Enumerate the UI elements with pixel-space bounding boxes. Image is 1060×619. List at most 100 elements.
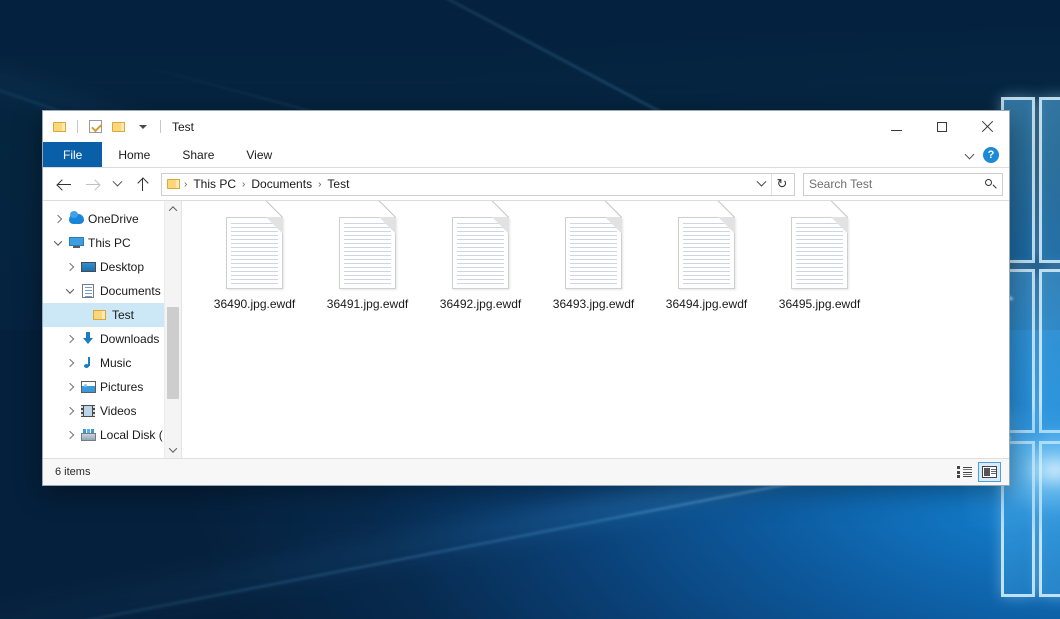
expander-icon[interactable]	[61, 408, 79, 414]
window-controls	[874, 111, 1009, 142]
chevron-down-icon[interactable]	[966, 150, 975, 159]
file-list-pane[interactable]: 36490.jpg.ewdf 36491.jpg.ewdf 36492.jpg.…	[181, 201, 1009, 458]
scroll-down-icon[interactable]	[165, 442, 181, 458]
navigation-bar: › This PC › Documents › Test ↻ Search Te…	[43, 168, 1009, 200]
item-count-label: 6 items	[55, 466, 90, 478]
generic-file-icon	[678, 217, 735, 289]
new-folder-icon[interactable]	[109, 117, 129, 137]
generic-file-icon	[791, 217, 848, 289]
tab-view[interactable]: View	[230, 142, 288, 167]
expander-icon[interactable]	[61, 360, 79, 366]
file-item[interactable]: 36494.jpg.ewdf	[650, 215, 763, 337]
breadcrumb-item-test[interactable]: Test	[322, 175, 354, 193]
folder-icon[interactable]	[50, 117, 70, 137]
sidebar-item-label: Pictures	[100, 380, 143, 394]
expander-icon[interactable]	[61, 432, 79, 438]
toolbar-divider	[77, 120, 78, 133]
generic-file-icon	[226, 217, 283, 289]
download-icon	[79, 331, 97, 347]
file-explorer-window: Test File Home Share View ? › This PC ›	[42, 110, 1010, 486]
search-placeholder: Search Test	[809, 177, 872, 191]
title-bar: Test	[43, 111, 1009, 142]
navigation-pane: OneDrive This PC Desktop Documents	[43, 201, 181, 458]
file-grid: 36490.jpg.ewdf 36491.jpg.ewdf 36492.jpg.…	[198, 215, 1009, 337]
expander-icon[interactable]	[61, 336, 79, 342]
forward-button	[79, 171, 105, 197]
help-icon[interactable]: ?	[983, 147, 999, 163]
ribbon-right-controls: ?	[966, 142, 1005, 167]
refresh-icon[interactable]: ↻	[771, 174, 792, 195]
sidebar-item-label: This PC	[88, 236, 131, 250]
minimize-button[interactable]	[874, 111, 919, 142]
sidebar-item-documents[interactable]: Documents	[43, 279, 181, 303]
disk-icon	[79, 427, 97, 443]
file-name-label: 36490.jpg.ewdf	[211, 296, 298, 313]
sidebar-item-label: Test	[112, 308, 134, 322]
tab-file[interactable]: File	[43, 142, 102, 167]
sidebar-item-label: Documents	[100, 284, 161, 298]
scrollbar-thumb[interactable]	[167, 307, 179, 399]
sidebar-item-videos[interactable]: Videos	[43, 399, 181, 423]
breadcrumb: › This PC › Documents › Test	[183, 175, 752, 193]
quick-access-toolbar: Test	[43, 117, 194, 137]
status-bar: 6 items	[43, 458, 1009, 485]
cloud-icon	[67, 211, 85, 227]
expander-icon[interactable]	[49, 216, 67, 222]
windows-logo-pane	[1042, 100, 1060, 260]
details-view-button[interactable]	[953, 462, 976, 482]
recent-locations-icon[interactable]	[107, 171, 127, 197]
address-bar-tools: ↻	[752, 174, 792, 195]
maximize-button[interactable]	[919, 111, 964, 142]
breadcrumb-item-documents[interactable]: Documents	[246, 175, 317, 193]
sidebar-item-test[interactable]: Test	[43, 303, 181, 327]
file-name-label: 36491.jpg.ewdf	[324, 296, 411, 313]
sidebar-item-label: OneDrive	[88, 212, 139, 226]
file-item[interactable]: 36490.jpg.ewdf	[198, 215, 311, 337]
folder-tree: OneDrive This PC Desktop Documents	[43, 201, 181, 447]
up-button[interactable]	[129, 171, 155, 197]
customize-caret-icon[interactable]	[133, 117, 153, 137]
large-icons-view-button[interactable]	[978, 462, 1001, 482]
music-icon	[79, 355, 97, 371]
toolbar-divider	[160, 120, 161, 133]
sidebar-item-music[interactable]: Music	[43, 351, 181, 375]
sidebar-item-desktop[interactable]: Desktop	[43, 255, 181, 279]
expander-icon[interactable]	[61, 288, 79, 294]
breadcrumb-item-this-pc[interactable]: This PC	[188, 175, 241, 193]
file-item[interactable]: 36492.jpg.ewdf	[424, 215, 537, 337]
address-bar[interactable]: › This PC › Documents › Test ↻	[161, 173, 795, 196]
tab-home[interactable]: Home	[102, 142, 166, 167]
sidebar-item-this-pc[interactable]: This PC	[43, 231, 181, 255]
generic-file-icon	[565, 217, 622, 289]
file-name-label: 36494.jpg.ewdf	[663, 296, 750, 313]
properties-icon[interactable]	[85, 117, 105, 137]
file-name-label: 36495.jpg.ewdf	[776, 296, 863, 313]
address-folder-icon	[167, 178, 181, 190]
sidebar-item-downloads[interactable]: Downloads	[43, 327, 181, 351]
expander-icon[interactable]	[49, 240, 67, 246]
back-button[interactable]	[51, 171, 77, 197]
expander-icon[interactable]	[61, 384, 79, 390]
file-item[interactable]: 36491.jpg.ewdf	[311, 215, 424, 337]
ribbon-tab-bar: File Home Share View ?	[43, 142, 1009, 168]
scroll-up-icon[interactable]	[165, 201, 181, 217]
search-input[interactable]: Search Test	[803, 173, 1003, 196]
previous-locations-icon[interactable]	[752, 174, 770, 195]
window-title: Test	[172, 120, 194, 134]
file-item[interactable]: 36495.jpg.ewdf	[763, 215, 876, 337]
tab-share[interactable]: Share	[166, 142, 230, 167]
sidebar-item-onedrive[interactable]: OneDrive	[43, 207, 181, 231]
file-item[interactable]: 36493.jpg.ewdf	[537, 215, 650, 337]
sidebar-item-pictures[interactable]: Pictures	[43, 375, 181, 399]
close-button[interactable]	[964, 111, 1009, 142]
search-icon[interactable]	[984, 178, 997, 191]
expander-icon[interactable]	[61, 264, 79, 270]
monitor-icon	[67, 235, 85, 251]
sidebar-item-local-disk[interactable]: Local Disk (C:)	[43, 423, 181, 447]
sidebar-item-label: Desktop	[100, 260, 144, 274]
sidebar-scrollbar[interactable]	[164, 201, 181, 458]
sidebar-item-label: Videos	[100, 404, 136, 418]
view-toggle-group	[953, 462, 1001, 482]
pictures-icon	[79, 379, 97, 395]
file-name-label: 36492.jpg.ewdf	[437, 296, 524, 313]
